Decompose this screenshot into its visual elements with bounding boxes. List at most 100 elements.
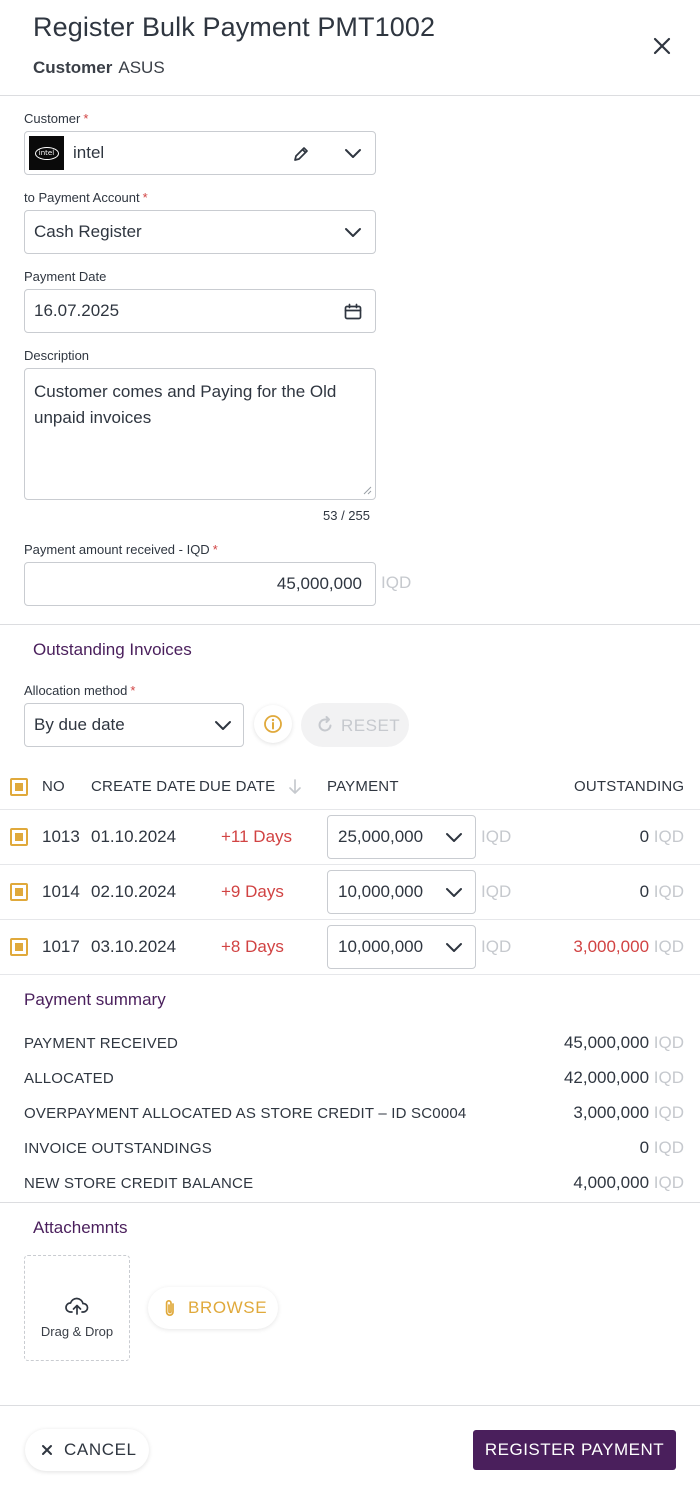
customer-field-label: Customer * xyxy=(24,111,89,126)
chevron-down-icon xyxy=(215,721,231,730)
reset-button[interactable]: RESET xyxy=(301,703,409,747)
row-divider xyxy=(0,919,700,920)
select-all-checkbox[interactable] xyxy=(10,778,28,796)
section-divider xyxy=(0,1202,700,1203)
dialog-title: Register Bulk Payment PMT1002 xyxy=(33,12,436,42)
sort-arrow-down-icon[interactable] xyxy=(287,778,303,796)
payment-date-input[interactable]: 16.07.2025 xyxy=(24,289,376,333)
description-counter: 53 / 255 xyxy=(323,508,370,523)
description-label: Description xyxy=(24,348,90,363)
summary-value-payment-received: 45,000,000 IQD xyxy=(563,1033,684,1052)
drag-drop-zone[interactable]: Drag & Drop xyxy=(24,1255,130,1361)
column-header-payment[interactable]: PAYMENT xyxy=(327,778,399,795)
close-icon xyxy=(42,1445,52,1455)
customer-value: ASUS xyxy=(118,58,165,77)
summary-label-allocated: ALLOCATED xyxy=(24,1070,114,1087)
payment-summary-title: Payment summary xyxy=(24,990,166,1009)
section-divider xyxy=(0,624,700,625)
outstanding-amount: 0 IQD xyxy=(639,827,684,846)
amount-value: 45,000,000 xyxy=(276,574,362,593)
calendar-icon[interactable] xyxy=(343,302,363,322)
summary-label-overpayment: OVERPAYMENT ALLOCATED AS STORE CREDIT – … xyxy=(24,1105,467,1122)
payment-value: 25,000,000 xyxy=(338,827,424,846)
close-icon xyxy=(653,37,671,55)
column-header-outstanding[interactable]: OUTSTANDING xyxy=(574,778,684,795)
due-days: +11 Days xyxy=(221,827,293,846)
due-days: +9 Days xyxy=(221,882,284,901)
dialog-subtitle: Customer ASUS xyxy=(33,58,165,78)
outstanding-invoices-title: Outstanding Invoices xyxy=(33,640,192,659)
reset-button-label: RESET xyxy=(341,716,401,735)
payment-account-label: to Payment Account * xyxy=(24,190,148,205)
invoice-no[interactable]: 1014 xyxy=(42,882,80,902)
description-value: Customer comes and Paying for the Old un… xyxy=(34,382,337,427)
invoice-no[interactable]: 1013 xyxy=(42,827,80,847)
invoice-no[interactable]: 1017 xyxy=(42,937,80,957)
column-header-no[interactable]: NO xyxy=(42,778,65,795)
row-divider xyxy=(0,809,700,810)
browse-button[interactable]: BROWSE xyxy=(148,1287,278,1329)
create-date: 03.10.2024 xyxy=(91,937,177,956)
edit-pencil-icon[interactable] xyxy=(291,144,311,164)
chevron-down-icon xyxy=(446,943,462,952)
row-checkbox[interactable] xyxy=(10,883,28,901)
allocation-info-button[interactable] xyxy=(254,705,292,743)
outstanding-amount: 3,000,000 IQD xyxy=(573,937,684,956)
info-icon xyxy=(264,715,282,733)
cancel-button-label: CANCEL xyxy=(64,1440,137,1459)
customer-select[interactable]: intel intel xyxy=(24,131,376,175)
cloud-upload-icon xyxy=(65,1297,89,1315)
payment-value: 10,000,000 xyxy=(338,882,424,901)
payment-currency: IQD xyxy=(481,827,512,846)
outstanding-amount: 0 IQD xyxy=(639,882,684,901)
payment-select[interactable]: 25,000,000 xyxy=(327,815,476,859)
payment-select[interactable]: 10,000,000 xyxy=(327,925,476,969)
register-payment-button[interactable]: REGISTER PAYMENT xyxy=(473,1430,676,1470)
payment-currency: IQD xyxy=(481,882,512,901)
customer-key: Customer xyxy=(33,58,113,77)
amount-label: Payment amount received - IQD * xyxy=(24,542,218,557)
row-divider xyxy=(0,974,700,975)
cancel-button[interactable]: CANCEL xyxy=(25,1429,149,1471)
column-header-due-date[interactable]: DUE DATE xyxy=(199,778,275,795)
footer-divider xyxy=(0,1405,700,1406)
paperclip-icon xyxy=(165,1299,174,1316)
chevron-down-icon xyxy=(446,888,462,897)
payment-select[interactable]: 10,000,000 xyxy=(327,870,476,914)
attachments-title: Attachemnts xyxy=(33,1218,128,1237)
chevron-down-icon xyxy=(345,228,361,237)
payment-date-value: 16.07.2025 xyxy=(34,301,120,320)
register-payment-label: REGISTER PAYMENT xyxy=(484,1440,665,1459)
payment-currency: IQD xyxy=(481,937,512,956)
close-button[interactable] xyxy=(648,32,676,60)
create-date: 01.10.2024 xyxy=(91,827,177,846)
summary-value-new-store-credit: 4,000,000 IQD xyxy=(573,1173,684,1192)
payment-value: 10,000,000 xyxy=(338,937,424,956)
payment-account-value: Cash Register xyxy=(34,222,142,241)
description-textarea[interactable]: Customer comes and Paying for the Old un… xyxy=(24,368,376,500)
payment-date-label: Payment Date xyxy=(24,269,107,284)
summary-label-payment-received: PAYMENT RECEIVED xyxy=(24,1035,179,1052)
create-date: 02.10.2024 xyxy=(91,882,177,901)
amount-currency: IQD xyxy=(381,573,412,592)
intel-logo: intel xyxy=(29,136,64,170)
row-checkbox[interactable] xyxy=(10,938,28,956)
chevron-down-icon xyxy=(345,149,361,158)
browse-button-label: BROWSE xyxy=(188,1298,268,1317)
summary-label-invoice-outstandings: INVOICE OUTSTANDINGS xyxy=(24,1140,212,1157)
due-days: +8 Days xyxy=(221,937,284,956)
payment-account-select[interactable]: Cash Register xyxy=(24,210,376,254)
summary-value-allocated: 42,000,000 IQD xyxy=(563,1068,684,1087)
summary-value-overpayment: 3,000,000 IQD xyxy=(573,1103,684,1122)
drag-drop-label: Drag & Drop xyxy=(40,1324,114,1339)
resize-handle-icon[interactable] xyxy=(362,485,372,495)
allocation-method-value: By due date xyxy=(34,715,125,734)
allocation-method-select[interactable]: By due date xyxy=(24,703,244,747)
amount-input[interactable]: 45,000,000 xyxy=(24,562,376,606)
column-header-create-date[interactable]: CREATE DATE xyxy=(91,778,196,795)
row-divider xyxy=(0,864,700,865)
row-checkbox[interactable] xyxy=(10,828,28,846)
customer-select-value: intel xyxy=(73,143,105,162)
chevron-down-icon xyxy=(446,833,462,842)
allocation-method-label: Allocation method * xyxy=(24,683,136,698)
